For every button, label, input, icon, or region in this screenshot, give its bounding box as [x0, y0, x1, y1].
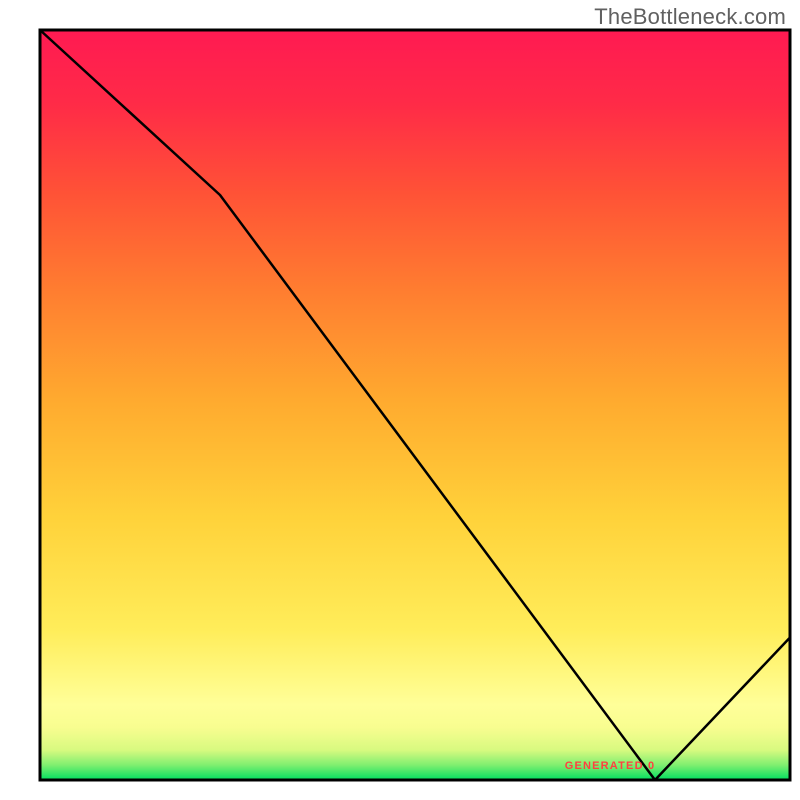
annotation-label: GENERATED 0 — [565, 760, 656, 772]
chart-canvas: TheBottleneck.com GENERATED 0 — [0, 0, 800, 800]
plot-background — [40, 30, 790, 780]
bottleneck-line-chart: GENERATED 0 — [0, 0, 800, 800]
